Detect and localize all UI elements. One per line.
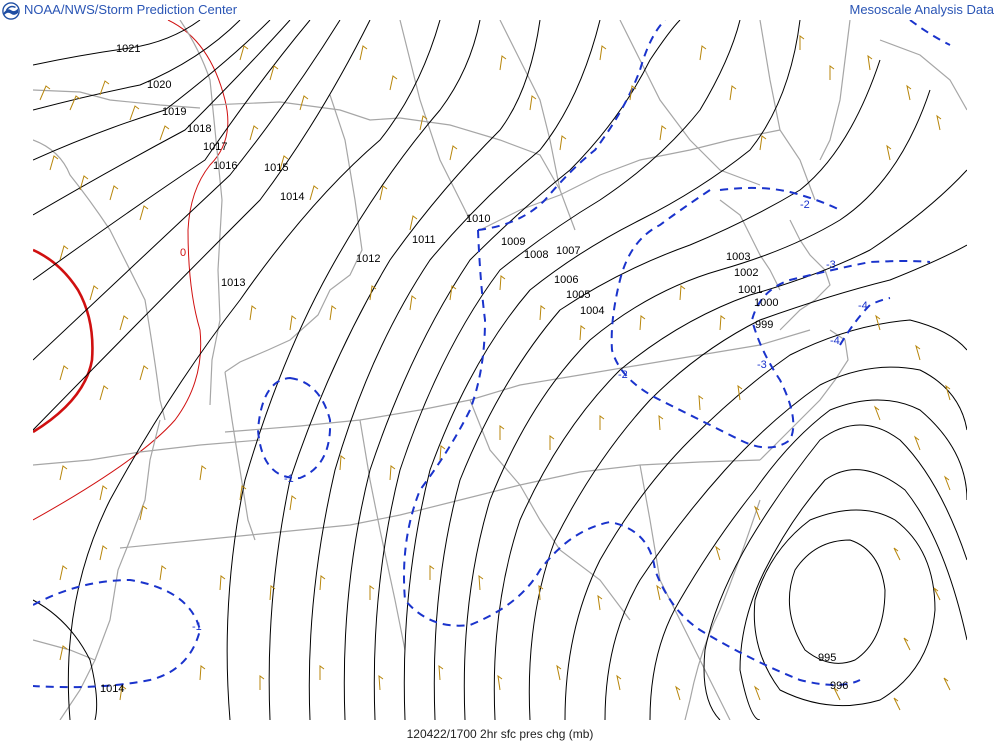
pressure-change-label: -4: [858, 300, 868, 312]
isobar-label: 1004: [580, 305, 604, 317]
isobar-label: 1010: [466, 213, 490, 225]
pressure-change-label: -3: [757, 359, 767, 371]
isobar-label: 1016: [213, 160, 237, 172]
isobar-label: 1006: [554, 274, 578, 286]
isobar-label: 1018: [187, 123, 211, 135]
isobar-label: 1019: [162, 106, 186, 118]
isobar-label: 1007: [556, 245, 580, 257]
organization-title: NOAA/NWS/Storm Prediction Center: [24, 2, 238, 17]
zero-change-label: 0: [180, 247, 186, 259]
pressure-change-labels: -1 -1 -2 -2 -3 -3 -4 -4 0: [180, 199, 868, 633]
isobar-label: 1012: [356, 253, 380, 265]
isobar-label: 1015: [264, 162, 288, 174]
pressure-change-label: -4: [830, 335, 840, 347]
isobar-label: 1020: [147, 79, 171, 91]
isobar-label: 1011: [412, 234, 436, 246]
political-borders: [33, 20, 967, 720]
surface-map: 1021 1020 1019 1018 1017 1016 1015 1014 …: [33, 20, 967, 720]
pressure-change-label: -1: [192, 621, 202, 633]
pressure-falls-contours: [33, 20, 951, 689]
map-panel: 1021 1020 1019 1018 1017 1016 1015 1014 …: [33, 20, 967, 720]
isobar-label: 1002: [734, 267, 758, 279]
isobar-label: 1003: [726, 251, 750, 263]
header-bar: NOAA/NWS/Storm Prediction Center: [0, 0, 237, 20]
isobar-label: 1021: [116, 43, 140, 55]
isobar-label: 1008: [524, 249, 548, 261]
map-caption: 120422/1700 2hr sfc pres chg (mb): [406, 727, 594, 741]
noaa-logo-icon: [2, 1, 20, 20]
pressure-change-label: -2: [800, 199, 810, 211]
pressure-change-label: -1: [284, 473, 294, 485]
product-title: Mesoscale Analysis Data: [849, 2, 994, 17]
wind-barbs: [39, 35, 951, 711]
isobar-label: 1017: [203, 141, 227, 153]
isobar-label: 999: [755, 319, 773, 331]
isobars: [33, 20, 967, 720]
isobar-label: 995: [818, 652, 836, 664]
isobar-label: 1013: [221, 277, 245, 289]
isobar-label: 1001: [738, 284, 762, 296]
isobar-label: 1005: [566, 289, 590, 301]
isobar-labels: 1021 1020 1019 1018 1017 1016 1015 1014 …: [100, 43, 848, 695]
isobar-label: 1014: [100, 683, 124, 695]
isobar-label: 1009: [501, 236, 525, 248]
pressure-change-label: -2: [618, 369, 628, 381]
isobar-label: 1000: [754, 297, 778, 309]
isobar-label: 996: [830, 680, 848, 692]
pressure-change-label: -3: [826, 259, 836, 271]
isobar-label: 1014: [280, 191, 304, 203]
